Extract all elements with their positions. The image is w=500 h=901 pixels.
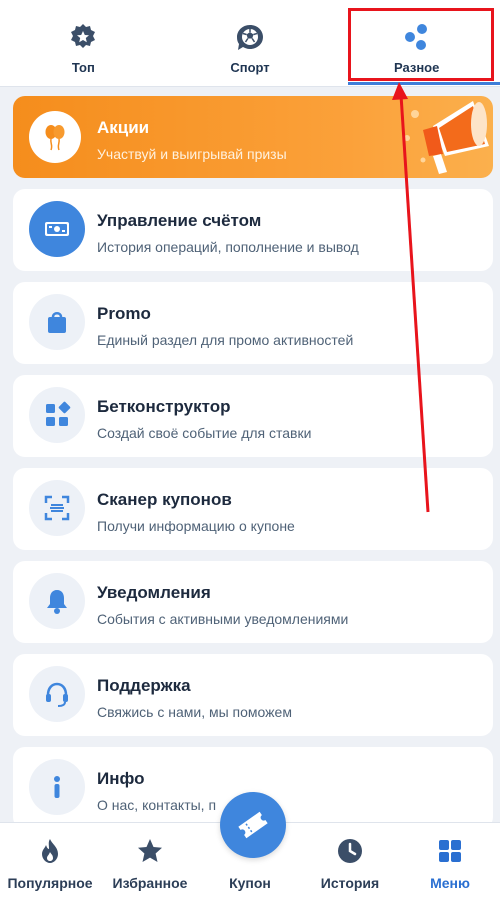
nav-coupon-label: Купон [229,875,271,891]
menu-item-title: Поддержка [97,676,191,695]
menu-item-title: Акции [97,118,150,137]
balloons-icon [45,125,65,151]
nav-history-label: История [320,875,380,891]
star-icon [138,839,162,862]
menu-item-subtitle: Участвуй и выигрывай призы [97,146,287,162]
coupon-scanner-icon-circle [29,480,85,536]
coupon-fab-button[interactable] [220,792,286,858]
grid-icon [439,840,461,862]
top-tabs: Топ Спорт Разное [0,0,500,87]
bell-icon [47,590,67,614]
account-icon-circle [29,201,85,257]
menu-item-subtitle: О нас, контакты, п [97,797,217,813]
menu-item-title: Сканер купонов [97,490,232,509]
nav-history[interactable]: История [300,823,400,901]
menu-item-subtitle: Свяжись с нами, мы поможем [97,704,292,720]
flame-icon [42,839,58,863]
support-icon-circle [29,666,85,722]
tab-misc[interactable]: Разное [333,0,500,86]
nav-popular[interactable]: Популярное [0,823,100,901]
menu-item-subtitle: Получи информацию о купоне [97,518,295,534]
menu-item-subtitle: История операций, пополнение и вывод [97,239,359,255]
notifications-icon-circle [29,573,85,629]
menu-item-promo[interactable]: Promo Единый раздел для промо активносте… [13,282,493,364]
megaphone-icon [404,101,489,174]
menu-item-title: Promo [97,304,151,323]
menu-item-account[interactable]: Управление счётом История операций, попо… [13,189,493,271]
menu-item-bet-constructor[interactable]: Бетконструктор Создай своё событие для с… [13,375,493,457]
bet-constructor-icon-circle [29,387,85,443]
menu-item-title: Бетконструктор [97,397,231,416]
sport-ball-icon [237,25,263,50]
active-tab-indicator [348,82,500,85]
tab-misc-label: Разное [393,60,440,75]
promo-icon-circle [29,294,85,350]
nav-favorites-label: Избранное [112,875,188,891]
misc-dots-icon [404,24,427,50]
nav-menu-label: Меню [430,875,470,891]
shopping-bag-icon [48,312,66,333]
menu-item-title: Управление счётом [97,211,262,230]
nav-favorites[interactable]: Избранное [100,823,200,901]
info-icon-circle [29,759,85,815]
tab-sport-label: Спорт [230,60,270,75]
blocks-icon [46,401,71,426]
clock-icon [338,839,362,863]
tab-top[interactable]: Топ [0,0,167,86]
star-badge-icon [71,24,96,48]
menu-item-promotions[interactable]: Акции Участвуй и выигрывай призы [13,96,493,178]
menu-item-title: Уведомления [97,583,211,602]
headset-icon [46,682,68,707]
menu-item-coupon-scanner[interactable]: Сканер купонов Получи информацию о купон… [13,468,493,550]
ticket-icon [238,811,268,839]
menu-item-support[interactable]: Поддержка Свяжись с нами, мы поможем [13,654,493,736]
menu-list: Акции Участвуй и выигрывай призы Управле… [13,96,493,840]
menu-item-subtitle: Единый раздел для промо активностей [97,332,354,348]
nav-menu[interactable]: Меню [400,823,500,901]
menu-item-notifications[interactable]: Уведомления События с активными уведомле… [13,561,493,643]
menu-item-title: Инфо [97,769,145,788]
scanner-icon [44,495,70,521]
nav-popular-label: Популярное [7,875,93,891]
menu-item-subtitle: События с активными уведомлениями [97,611,349,627]
cash-icon [45,222,69,236]
tab-top-label: Топ [71,60,95,75]
tab-sport[interactable]: Спорт [167,0,334,86]
info-icon [54,776,60,798]
promotions-icon-circle [29,111,81,163]
menu-item-subtitle: Создай своё событие для ставки [97,425,312,441]
